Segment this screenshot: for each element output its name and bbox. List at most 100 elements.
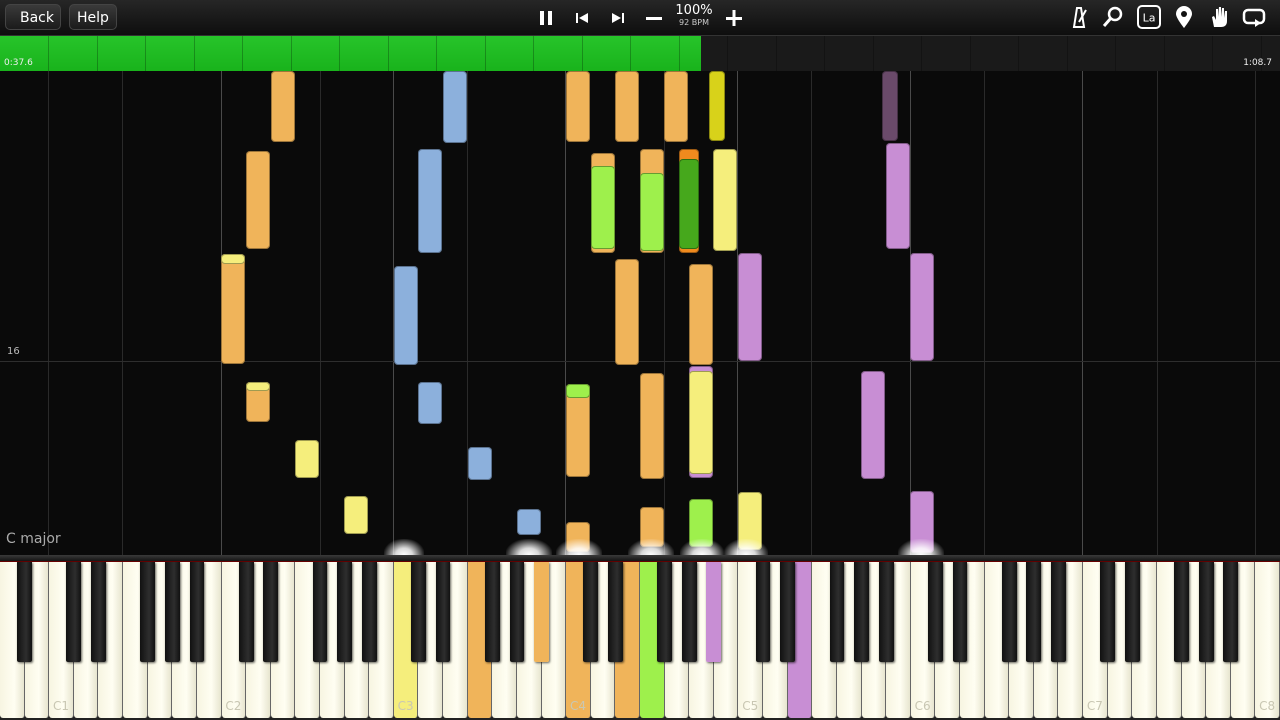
black-key[interactable] — [608, 562, 623, 662]
black-key[interactable] — [66, 562, 82, 662]
black-key[interactable] — [657, 562, 672, 662]
grid-line — [565, 71, 566, 555]
progress-segment — [873, 36, 874, 71]
black-key[interactable] — [263, 562, 279, 662]
black-key[interactable] — [829, 562, 845, 662]
help-button[interactable]: Help — [69, 4, 117, 30]
octave-label: C1 — [53, 699, 70, 713]
progress-fill — [0, 36, 702, 71]
falling-note — [246, 151, 270, 249]
falling-note — [566, 384, 590, 398]
white-key[interactable]: C8 — [1255, 562, 1280, 718]
progress-segment — [679, 36, 680, 71]
total-time: 1:08.7 — [1243, 58, 1272, 68]
key-label-icon[interactable]: La — [1136, 5, 1162, 29]
black-key[interactable] — [780, 562, 796, 662]
black-key[interactable] — [1124, 562, 1140, 662]
falling-note — [221, 254, 245, 364]
black-key[interactable] — [164, 562, 180, 662]
speed-display: 100% 92 BPM — [672, 4, 716, 28]
marker-icon[interactable] — [1171, 5, 1197, 29]
black-key[interactable] — [1174, 562, 1189, 662]
black-key[interactable] — [337, 562, 352, 662]
falling-note — [271, 71, 295, 142]
falling-note — [246, 382, 270, 391]
falling-note — [418, 382, 442, 424]
black-key-pressed[interactable] — [534, 562, 549, 662]
black-key[interactable] — [928, 562, 943, 662]
falling-note — [679, 159, 699, 249]
search-icon[interactable] — [1100, 5, 1126, 29]
progress-segment — [1212, 36, 1213, 71]
black-key[interactable] — [878, 562, 894, 662]
falling-note — [689, 264, 713, 365]
black-key[interactable] — [1001, 562, 1017, 662]
grid-line — [1157, 71, 1158, 555]
black-key[interactable] — [1051, 562, 1066, 662]
grid-line — [122, 71, 123, 555]
tempo-bpm: 92 BPM — [679, 18, 709, 27]
hand-icon[interactable] — [1206, 5, 1232, 29]
grid-line — [811, 71, 812, 555]
black-key[interactable] — [583, 562, 599, 662]
progress-segment — [145, 36, 146, 71]
grid-line — [1255, 71, 1256, 555]
back-button[interactable]: Back — [5, 4, 61, 30]
octave-label: C8 — [1259, 699, 1276, 713]
note-hit-glow — [556, 539, 602, 555]
note-hit-glow — [724, 539, 768, 555]
black-key[interactable] — [755, 562, 771, 662]
black-key-pressed[interactable] — [706, 562, 722, 662]
metronome-icon[interactable] — [1066, 5, 1092, 29]
progress-segment — [97, 36, 98, 71]
progress-segment — [727, 36, 728, 71]
note-hit-glow — [898, 539, 944, 555]
progress-segment — [194, 36, 195, 71]
elapsed-time: 0:37.6 — [4, 58, 33, 68]
progress-segment — [1115, 36, 1116, 71]
black-key[interactable] — [1100, 562, 1116, 662]
black-key[interactable] — [411, 562, 426, 662]
song-progress-bar[interactable]: 0:37.6 1:08.7 — [0, 35, 1280, 71]
black-key[interactable] — [238, 562, 254, 662]
key-label-icon-text: La — [1143, 12, 1156, 25]
black-key[interactable] — [952, 562, 968, 662]
falling-note — [517, 509, 541, 535]
falling-note — [615, 259, 639, 365]
black-key[interactable] — [140, 562, 156, 662]
falling-note — [640, 373, 664, 479]
black-key[interactable] — [1026, 562, 1042, 662]
black-key[interactable] — [509, 562, 525, 662]
grid-line — [320, 71, 321, 555]
black-key[interactable] — [91, 562, 106, 662]
falling-note — [664, 71, 688, 142]
black-key[interactable] — [361, 562, 377, 662]
black-key[interactable] — [1223, 562, 1239, 662]
black-key[interactable] — [312, 562, 328, 662]
speed-increase-icon[interactable] — [722, 6, 746, 30]
loop-icon[interactable] — [1241, 5, 1267, 29]
skip-forward-icon[interactable] — [606, 6, 630, 30]
black-key[interactable] — [484, 562, 500, 662]
progress-segment — [582, 36, 583, 71]
octave-label: C4 — [569, 699, 586, 713]
falling-note — [886, 143, 910, 249]
speed-decrease-icon[interactable] — [642, 6, 666, 30]
pause-icon[interactable] — [534, 6, 558, 30]
black-key[interactable] — [435, 562, 451, 662]
octave-label: C7 — [1086, 699, 1103, 713]
skip-back-icon[interactable] — [570, 6, 594, 30]
black-key[interactable] — [189, 562, 205, 662]
black-key[interactable] — [854, 562, 869, 662]
note-hit-glow — [680, 539, 724, 555]
black-key[interactable] — [1198, 562, 1214, 662]
black-key[interactable] — [17, 562, 32, 662]
falling-note — [738, 253, 762, 361]
falling-note — [443, 71, 467, 143]
black-key[interactable] — [681, 562, 697, 662]
progress-segment — [921, 36, 922, 71]
progress-segment — [339, 36, 340, 71]
piano-keyboard[interactable]: C1 C2 C3 C4 C5 C6 C7 C8 — [0, 562, 1280, 720]
grid-line — [984, 71, 985, 555]
progress-segment — [485, 36, 486, 71]
